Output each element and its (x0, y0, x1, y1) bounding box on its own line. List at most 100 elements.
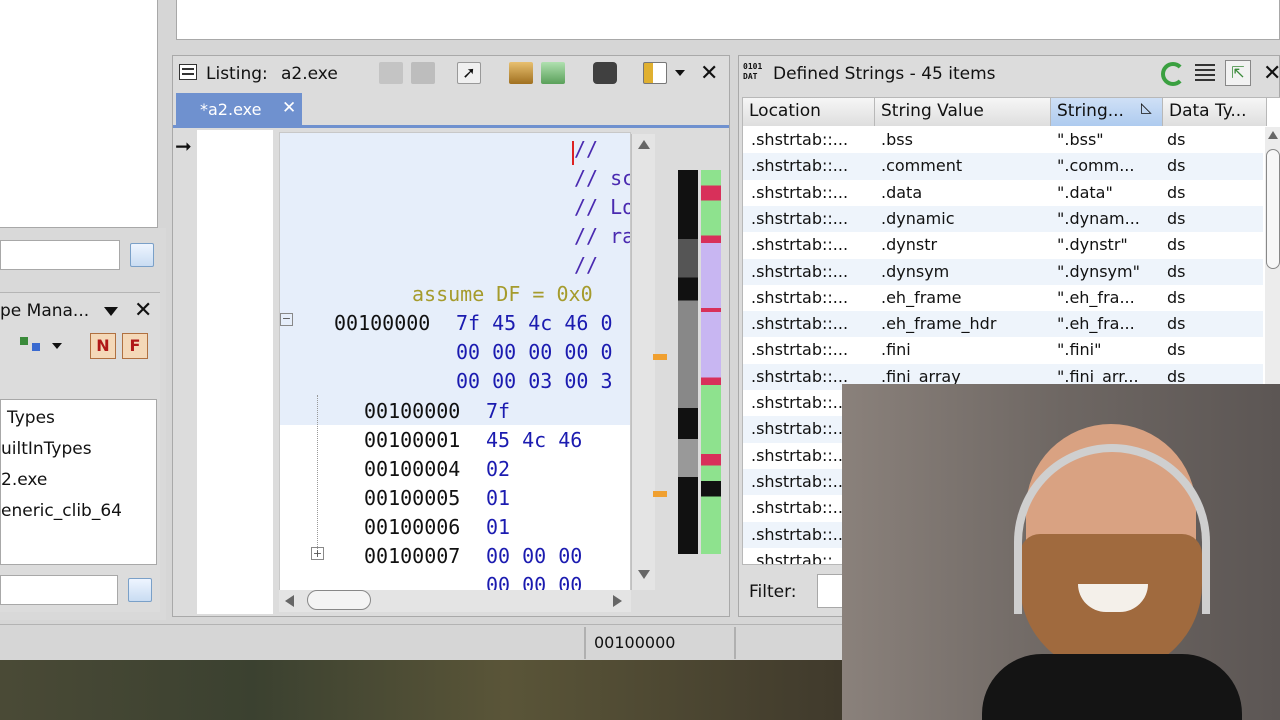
tree-guide-line (317, 395, 318, 555)
comment-line: // ra (574, 224, 631, 248)
scroll-down-icon[interactable] (638, 570, 650, 579)
close-icon[interactable]: ✕ (282, 98, 296, 118)
table-row[interactable]: .shstrtab::... .dynstr ".dynstr" ds (743, 232, 1263, 258)
close-icon[interactable]: ✕ (1263, 63, 1280, 85)
entropy-overview-bar[interactable] (678, 170, 698, 554)
filter-label: Filter: (749, 582, 797, 602)
type-filter-input[interactable] (0, 575, 118, 605)
type-tree: Types uiltInTypes 2.exe eneric_clib_64 (0, 399, 157, 565)
close-icon[interactable]: ✕ (700, 63, 718, 85)
strings-cell-type: ds (1167, 235, 1186, 255)
strings-cell-type: ds (1167, 340, 1186, 360)
tree-item-generic-clib[interactable]: eneric_clib_64 (1, 501, 122, 521)
column-header-string[interactable]: String... ◺ (1051, 98, 1163, 126)
tree-item-a2-exe[interactable]: 2.exe (1, 470, 47, 490)
overview-bar[interactable] (701, 170, 721, 554)
snapshot-icon[interactable] (593, 62, 617, 84)
margin-column (197, 130, 273, 614)
type-arrange-icon[interactable] (20, 335, 44, 355)
tree-item-types[interactable]: Types (7, 408, 55, 428)
column-header-string-value[interactable]: String Value (875, 98, 1051, 126)
scroll-thumb[interactable] (1266, 149, 1280, 269)
listing-horizontal-scrollbar[interactable] (279, 590, 631, 612)
header-bytes[interactable]: 00 00 03 00 3 (456, 369, 613, 393)
table-row[interactable]: .shstrtab::... .dynamic ".dynam... ds (743, 205, 1263, 233)
layout-icon[interactable] (643, 62, 667, 84)
expand-icon[interactable]: + (311, 547, 324, 560)
strings-cell-location: .shstrtab::... (751, 287, 849, 307)
type-filter-button[interactable] (128, 578, 152, 602)
navigate-icon[interactable] (541, 62, 565, 84)
scroll-thumb[interactable] (307, 590, 371, 610)
listing-vertical-scrollbar[interactable] (631, 134, 655, 590)
export-icon[interactable]: ⇱ (1225, 60, 1251, 86)
comment-line: // (574, 253, 599, 277)
refresh-icon[interactable] (1161, 62, 1185, 86)
strings-cell-type: ds (1167, 208, 1186, 228)
strings-cell-location: .shstrtab::... (751, 130, 849, 149)
strings-cell-type: ds (1167, 130, 1186, 149)
table-row[interactable]: .shstrtab::... .bss ".bss" ds (743, 127, 1263, 153)
listing-row-bytes[interactable]: 00 00 00 (486, 544, 582, 568)
listing-program-name: a2.exe (281, 64, 338, 84)
listing-row-address[interactable]: 00100001 (364, 428, 460, 452)
strings-cell-string: ".fini" (1057, 340, 1102, 360)
comment-line: // (574, 137, 599, 161)
header-address[interactable]: 00100000 (334, 311, 430, 335)
panel-menu-dropdown-icon[interactable] (104, 307, 118, 316)
bookmark-marker[interactable] (653, 491, 667, 497)
strings-title: Defined Strings - 45 items (773, 64, 996, 84)
table-row[interactable]: .shstrtab::... .dynsym ".dynsym" ds (743, 258, 1263, 285)
column-header-data-type[interactable]: Data Ty... (1163, 98, 1267, 126)
listing-row-bytes[interactable]: 01 (486, 515, 510, 539)
tab-label: *a2.exe (200, 100, 262, 119)
listing-row-bytes[interactable]: 02 (486, 457, 510, 481)
scroll-right-icon[interactable] (613, 595, 622, 607)
strings-cell-value: .eh_frame_hdr (881, 314, 997, 334)
program-tree-filter-input[interactable] (0, 240, 120, 270)
scroll-left-icon[interactable] (285, 595, 294, 607)
listing-row-address[interactable]: 00100007 (364, 544, 460, 568)
listing-row-address[interactable]: 00100005 (364, 486, 460, 510)
table-row[interactable]: .shstrtab::... .fini ".fini" ds (743, 337, 1263, 363)
strings-cell-location: .shstrtab::... (751, 340, 849, 360)
top-editor-area (176, 0, 1280, 40)
table-row[interactable]: .shstrtab::... .eh_frame ".eh_fra... ds (743, 285, 1263, 311)
chevron-down-icon[interactable] (52, 343, 62, 349)
strings-cell-value: .fini_array (881, 366, 961, 386)
listing-row-address[interactable]: 00100004 (364, 457, 460, 481)
strings-cell-type: ds (1167, 366, 1186, 386)
strings-cell-string: ".comm... (1057, 156, 1135, 176)
column-header-location[interactable]: Location (743, 98, 875, 126)
collapse-icon[interactable]: − (280, 313, 293, 326)
scroll-up-icon[interactable] (638, 140, 650, 149)
strings-cell-type: ds (1167, 261, 1186, 281)
close-icon[interactable]: ✕ (134, 300, 152, 322)
table-row[interactable]: .shstrtab::... .data ".data" ds (743, 180, 1263, 206)
listing-row-address[interactable]: 00100006 (364, 515, 460, 539)
listing-row-address[interactable]: 00100000 (364, 399, 460, 423)
listing-row-bytes[interactable]: 45 4c 46 (486, 428, 582, 452)
table-row[interactable]: .shstrtab::... .comment ".comm... ds (743, 153, 1263, 180)
scroll-up-icon[interactable] (1268, 131, 1278, 139)
tab-a2-exe[interactable]: *a2.exe ✕ (176, 93, 302, 125)
tree-item-builtin-types[interactable]: uiltInTypes (1, 439, 92, 459)
chevron-down-icon[interactable] (675, 70, 685, 76)
no-filter-icon[interactable]: N (90, 333, 116, 359)
header-bytes[interactable]: 00 00 00 00 0 (456, 340, 613, 364)
program-tree-filter-button[interactable] (130, 243, 154, 267)
strings-cell-type: ds (1167, 156, 1186, 176)
table-row[interactable]: .shstrtab::... .eh_frame_hdr ".eh_fra... ds (743, 311, 1263, 338)
comment-line: // sc (574, 166, 631, 190)
filter-icon[interactable]: F (122, 333, 148, 359)
copy-icon[interactable] (379, 62, 403, 84)
table-icon[interactable] (1195, 64, 1215, 82)
cursor-icon[interactable]: ➚ (457, 62, 481, 84)
flow-icon[interactable] (509, 62, 533, 84)
header-bytes[interactable]: 7f 45 4c 46 0 (456, 311, 613, 335)
bookmark-marker[interactable] (653, 354, 667, 360)
listing-row-bytes[interactable]: 7f (486, 399, 510, 423)
strings-cell-value: .dynstr (881, 235, 938, 255)
listing-row-bytes[interactable]: 01 (486, 486, 510, 510)
paste-icon[interactable] (411, 62, 435, 84)
